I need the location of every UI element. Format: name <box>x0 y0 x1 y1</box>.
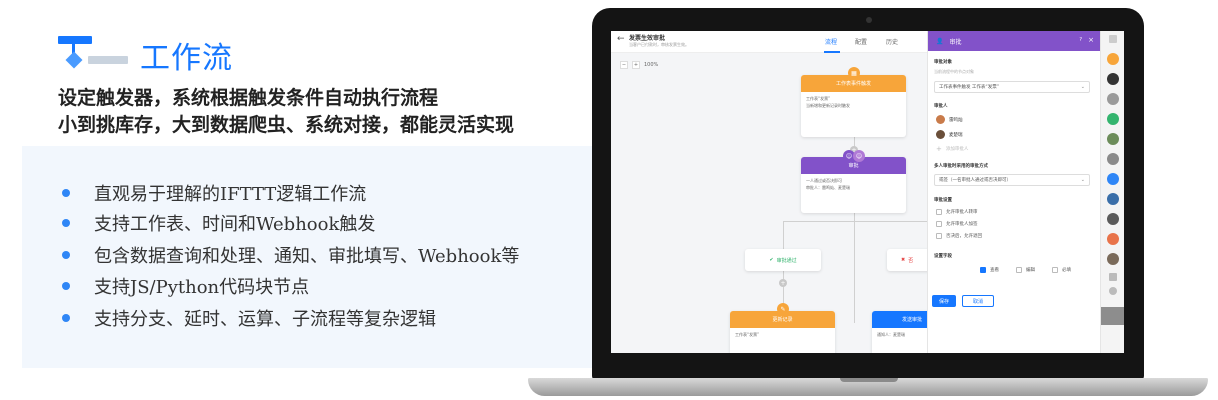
approver-item[interactable]: 麦楚瑞 <box>936 130 963 139</box>
close-circle-icon: ✖ <box>901 257 906 263</box>
zoom-out-button[interactable]: − <box>620 61 628 69</box>
zoom-in-button[interactable]: + <box>632 61 640 69</box>
bullet-icon <box>62 251 70 259</box>
chat-icon[interactable] <box>1107 173 1119 185</box>
workflow-description: 当客户已付款时，审核发票生效。 <box>629 42 689 47</box>
setting-checkbox[interactable]: 否决后，允许退回 <box>936 233 982 239</box>
app-screen: ← 发票生效审批 当客户已付款时，审核发票生效。 流程 配置 历史 − + 10… <box>611 31 1124 353</box>
chevron-down-icon: ⌄ <box>1080 84 1085 90</box>
camera-icon <box>866 17 872 23</box>
zoom-controls: − + 100% <box>620 61 658 69</box>
flow-canvas[interactable]: − + 100% 工作表事件触发 工作表“发票” 当新增和更新记录时触发 ▦ +… <box>611 53 952 353</box>
connector-line <box>783 221 933 222</box>
expand-icon[interactable] <box>1101 307 1124 325</box>
approver-item[interactable]: 雷鸣灿 <box>936 115 963 124</box>
field-view-checkbox[interactable]: 查看 <box>980 267 999 273</box>
field-required-checkbox[interactable]: 必填 <box>1052 267 1071 273</box>
avatar <box>936 130 945 139</box>
app-topbar: ← 发票生效审批 当客户已付款时，审核发票生效。 流程 配置 历史 <box>611 31 927 53</box>
help-icon[interactable]: ? <box>1079 37 1082 43</box>
user-icon: 👤 <box>936 37 944 45</box>
plus-icon: + <box>936 145 942 153</box>
update-node-icon: ✎ <box>777 303 789 315</box>
approval-mode-select[interactable]: 或签（一名审批人通过或否决即可） ⌄ <box>934 174 1090 186</box>
workflow-logo-icon <box>58 36 130 69</box>
avatar[interactable] <box>1107 193 1119 205</box>
feature-item: 支持分支、延时、运算、子流程等复杂逻辑 <box>62 305 436 331</box>
tab-config[interactable]: 配置 <box>855 37 867 46</box>
tab-flow[interactable]: 流程 <box>825 37 837 46</box>
zoom-level: 100% <box>644 62 659 68</box>
setting-checkbox[interactable]: 允许审批人加签 <box>936 221 978 227</box>
app-icon-rail <box>1100 31 1124 353</box>
page-title: 工作流 <box>140 41 233 76</box>
avatar[interactable] <box>1107 213 1119 225</box>
approver-avatar-icon: ☺ <box>853 150 865 162</box>
add-approver-button[interactable]: + 添加审批人 <box>936 145 968 153</box>
tab-history[interactable]: 历史 <box>886 37 898 46</box>
check-circle-icon: ✔ <box>769 257 774 263</box>
setting-checkbox[interactable]: 允许审批人转审 <box>936 209 978 215</box>
field-edit-checkbox[interactable]: 编辑 <box>1016 267 1035 273</box>
approval-settings-panel: 👤 审批 ? × 审批对象 当前流程中的节点对象 工作表事件触发 工作表“发票”… <box>927 31 1100 353</box>
cancel-button[interactable]: 取消 <box>962 295 994 307</box>
workflow-title: 发票生效审批 <box>629 35 666 42</box>
app-icon[interactable] <box>1107 73 1119 85</box>
trigger-node[interactable]: 工作表事件触发 工作表“发票” 当新增和更新记录时触发 <box>801 75 906 137</box>
bullet-icon <box>62 282 70 290</box>
panel-header: 👤 审批 ? × <box>928 31 1100 51</box>
subtitle-line-1: 设定触发器，系统根据触发条件自动执行流程 <box>58 87 439 109</box>
add-node-button[interactable]: + <box>779 279 787 287</box>
laptop-notch <box>840 378 898 382</box>
subtitle-line-2: 小到挑库存，大到数据爬虫、系统对接，都能灵活实现 <box>58 114 515 136</box>
menu-icon[interactable] <box>1109 35 1117 43</box>
avatar[interactable] <box>1107 133 1119 145</box>
bell-icon[interactable] <box>1107 153 1119 165</box>
bullet-icon <box>62 189 70 197</box>
approval-node[interactable]: 审批 一人通过或否决即可 审批人：雷鸣灿、麦楚瑞 <box>801 157 906 213</box>
avatar[interactable] <box>1107 233 1119 245</box>
document-icon[interactable] <box>1109 273 1117 281</box>
app-icon[interactable] <box>1107 93 1119 105</box>
chevron-down-icon: ⌄ <box>1080 177 1085 183</box>
bullet-icon <box>62 314 70 322</box>
save-button[interactable]: 保存 <box>932 295 956 307</box>
feature-panel: 直观易于理解的IFTTT逻辑工作流 支持工作表、时间和Webhook触发 包含数… <box>22 146 602 368</box>
back-arrow-icon[interactable]: ← <box>617 34 625 44</box>
avatar <box>936 115 945 124</box>
close-icon[interactable]: × <box>1088 36 1094 44</box>
approval-target-select[interactable]: 工作表事件触发 工作表“发票” ⌄ <box>934 81 1090 93</box>
feature-item: 支持JS/Python代码块节点 <box>62 273 309 299</box>
send-icon[interactable] <box>1107 53 1119 65</box>
check-icon[interactable] <box>1107 113 1119 125</box>
update-record-node[interactable]: 更新记录 工作表“发票” <box>730 311 835 353</box>
bullet-icon <box>62 219 70 227</box>
feature-item: 直观易于理解的IFTTT逻辑工作流 <box>62 180 366 206</box>
avatar[interactable] <box>1107 253 1119 265</box>
gear-icon[interactable] <box>1109 287 1117 295</box>
trigger-node-icon: ▦ <box>848 67 860 79</box>
feature-item: 支持工作表、时间和Webhook触发 <box>62 210 375 236</box>
feature-item: 包含数据查询和处理、通知、审批填写、Webhook等 <box>62 242 519 268</box>
branch-approved[interactable]: ✔ 审批通过 <box>745 249 821 271</box>
